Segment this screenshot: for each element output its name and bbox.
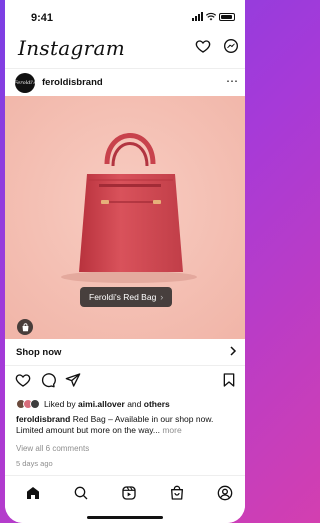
reels-icon[interactable]	[121, 485, 137, 506]
signal-icon	[192, 12, 203, 21]
status-time: 9:41	[31, 12, 54, 24]
post-timestamp: 5 days ago	[16, 459, 53, 468]
phone-screen: 9:41 Instagram Feroldi's feroldisbrand ⋯	[5, 0, 245, 523]
app-header: Instagram	[5, 32, 245, 62]
caption-more-link[interactable]: more	[162, 425, 181, 435]
avatar[interactable]: Feroldi's	[14, 73, 36, 93]
header-actions	[195, 38, 239, 54]
wifi-icon	[206, 12, 216, 21]
liked-by-user[interactable]: aimi.allover	[78, 399, 125, 409]
chevron-right-icon: ›	[160, 292, 164, 302]
product-tag[interactable]: Feroldi's Red Bag ›	[80, 287, 173, 307]
liked-by-others[interactable]: others	[144, 399, 170, 409]
shop-icon[interactable]	[169, 485, 185, 506]
likes-row[interactable]: Liked by aimi.allover and others	[16, 397, 170, 411]
post-actions	[15, 372, 237, 390]
like-heart-icon[interactable]	[15, 372, 31, 393]
more-options-icon[interactable]: ⋯	[226, 74, 239, 88]
status-bar: 9:41	[5, 0, 245, 28]
home-icon[interactable]	[25, 485, 41, 506]
home-indicator	[87, 516, 163, 519]
profile-icon[interactable]	[217, 485, 233, 506]
shopping-bag-icon[interactable]	[17, 319, 33, 335]
status-icons	[192, 12, 235, 21]
liked-by-prefix: Liked by	[44, 399, 76, 409]
comment-icon[interactable]	[40, 372, 56, 393]
share-icon[interactable]	[65, 372, 81, 393]
bookmark-icon[interactable]	[221, 372, 237, 393]
post-header: Feroldi's feroldisbrand ⋯	[5, 68, 245, 97]
messenger-icon[interactable]	[223, 38, 239, 54]
product-tag-label: Feroldi's Red Bag	[89, 292, 157, 302]
liker-avatar	[30, 399, 40, 409]
post-caption: feroldisbrand Red Bag – Available in our…	[16, 414, 238, 436]
instagram-logo[interactable]: Instagram	[18, 36, 125, 60]
search-icon[interactable]	[73, 485, 89, 506]
shop-now-label: Shop now	[16, 347, 62, 358]
liked-by-and: and	[127, 399, 142, 409]
chevron-right-icon	[230, 346, 237, 356]
post-image[interactable]: Feroldi's Red Bag ›	[5, 96, 245, 339]
heart-icon[interactable]	[195, 38, 211, 54]
view-comments-link[interactable]: View all 6 comments	[16, 444, 89, 453]
battery-icon	[219, 12, 235, 21]
caption-username[interactable]: feroldisbrand	[16, 414, 70, 424]
shop-now-row[interactable]: Shop now	[5, 339, 245, 366]
post-account-name[interactable]: feroldisbrand	[42, 77, 103, 88]
